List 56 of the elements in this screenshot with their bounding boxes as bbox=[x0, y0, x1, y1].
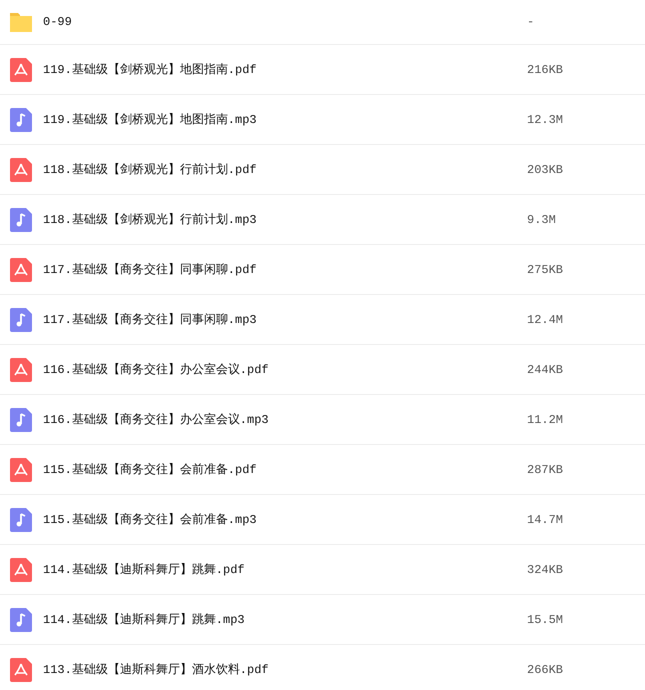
file-size: 275KB bbox=[527, 262, 564, 276]
file-size: 203KB bbox=[527, 162, 564, 176]
pdf-file-icon bbox=[10, 58, 32, 82]
music-file-icon bbox=[10, 208, 32, 232]
file-name: 115.基础级【商务交往】会前准备.mp3 bbox=[43, 512, 258, 528]
music-file-icon bbox=[10, 408, 32, 432]
file-size: 11.2M bbox=[527, 412, 564, 426]
file-size: 244KB bbox=[527, 362, 564, 376]
file-row[interactable]: 119.基础级【剑桥观光】地图指南.pdf 216KB bbox=[0, 45, 645, 95]
file-row[interactable]: 114.基础级【迪斯科舞厅】跳舞.mp3 15.5M bbox=[0, 595, 645, 645]
file-row[interactable]: 115.基础级【商务交往】会前准备.pdf 287KB bbox=[0, 445, 645, 495]
music-file-icon bbox=[10, 508, 32, 532]
music-file-icon bbox=[10, 308, 32, 332]
file-size: 216KB bbox=[527, 62, 564, 76]
file-name: 118.基础级【剑桥观光】行前计划.pdf bbox=[43, 162, 258, 178]
file-name: 116.基础级【商务交往】办公室会议.mp3 bbox=[43, 412, 270, 428]
file-row[interactable]: 117.基础级【商务交往】同事闲聊.mp3 12.4M bbox=[0, 295, 645, 345]
pdf-file-icon bbox=[10, 358, 32, 382]
folder-icon bbox=[10, 12, 32, 32]
pdf-file-icon bbox=[10, 158, 32, 182]
file-row[interactable]: 117.基础级【商务交往】同事闲聊.pdf 275KB bbox=[0, 245, 645, 295]
file-row[interactable]: 116.基础级【商务交往】办公室会议.mp3 11.2M bbox=[0, 395, 645, 445]
file-row[interactable]: 113.基础级【迪斯科舞厅】酒水饮料.pdf 266KB bbox=[0, 645, 645, 690]
file-name: 119.基础级【剑桥观光】地图指南.mp3 bbox=[43, 112, 258, 128]
file-name: 114.基础级【迪斯科舞厅】跳舞.mp3 bbox=[43, 612, 246, 628]
file-size: 12.4M bbox=[527, 312, 564, 326]
file-size: 15.5M bbox=[527, 612, 564, 626]
file-size: 266KB bbox=[527, 662, 564, 676]
file-name: 116.基础级【商务交往】办公室会议.pdf bbox=[43, 362, 270, 378]
file-row[interactable]: 114.基础级【迪斯科舞厅】跳舞.pdf 324KB bbox=[0, 545, 645, 595]
file-name: 117.基础级【商务交往】同事闲聊.pdf bbox=[43, 262, 258, 278]
music-file-icon bbox=[10, 108, 32, 132]
file-size: 9.3M bbox=[527, 212, 556, 226]
file-size: 12.3M bbox=[527, 112, 564, 126]
file-size: 14.7M bbox=[527, 512, 564, 526]
file-row[interactable]: 118.基础级【剑桥观光】行前计划.mp3 9.3M bbox=[0, 195, 645, 245]
file-name: 117.基础级【商务交往】同事闲聊.mp3 bbox=[43, 312, 258, 328]
pdf-file-icon bbox=[10, 258, 32, 282]
file-size: 287KB bbox=[527, 462, 564, 476]
music-file-icon bbox=[10, 608, 32, 632]
file-name: 114.基础级【迪斯科舞厅】跳舞.pdf bbox=[43, 562, 246, 578]
pdf-file-icon bbox=[10, 558, 32, 582]
file-name: 118.基础级【剑桥观光】行前计划.mp3 bbox=[43, 212, 258, 228]
file-name: 119.基础级【剑桥观光】地图指南.pdf bbox=[43, 62, 258, 78]
file-row[interactable]: 119.基础级【剑桥观光】地图指南.mp3 12.3M bbox=[0, 95, 645, 145]
file-size: - bbox=[527, 15, 534, 29]
pdf-file-icon bbox=[10, 658, 32, 682]
file-row[interactable]: 118.基础级【剑桥观光】行前计划.pdf 203KB bbox=[0, 145, 645, 195]
pdf-file-icon bbox=[10, 458, 32, 482]
file-row[interactable]: 116.基础级【商务交往】办公室会议.pdf 244KB bbox=[0, 345, 645, 395]
file-name: 115.基础级【商务交往】会前准备.pdf bbox=[43, 462, 258, 478]
file-name: 113.基础级【迪斯科舞厅】酒水饮料.pdf bbox=[43, 662, 270, 678]
file-row[interactable]: 0-99 - bbox=[0, 0, 645, 45]
file-size: 324KB bbox=[527, 562, 564, 576]
file-name: 0-99 bbox=[43, 15, 73, 29]
file-row[interactable]: 115.基础级【商务交往】会前准备.mp3 14.7M bbox=[0, 495, 645, 545]
